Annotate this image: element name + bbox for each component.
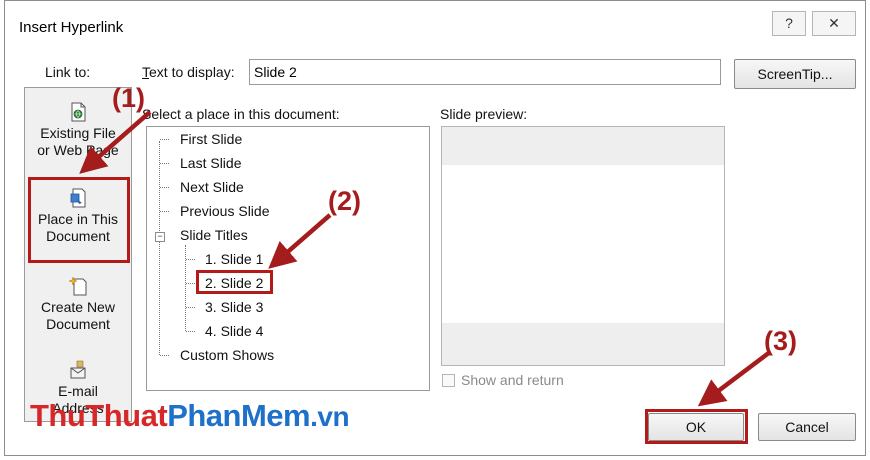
preview-band-top [442, 127, 724, 165]
dialog-title: Insert Hyperlink [19, 19, 124, 36]
slide-preview-label: Slide preview: [440, 106, 528, 122]
tree-item-slide-titles[interactable]: Slide Titles [180, 227, 248, 243]
link-to-label: Link to: [45, 64, 91, 80]
tree-item-last-slide[interactable]: Last Slide [180, 155, 241, 171]
tree-item-slide-4[interactable]: 4. Slide 4 [205, 323, 263, 339]
existing-file-icon [71, 102, 86, 122]
watermark-part-2: PhanMem [167, 398, 311, 433]
link-to-create-new-document[interactable]: Create New Document [25, 276, 131, 333]
tree-connector-main [159, 141, 160, 355]
tree-connector [160, 139, 169, 140]
tree-item-next-slide[interactable]: Next Slide [180, 179, 244, 195]
tree-item-first-slide[interactable]: First Slide [180, 131, 242, 147]
ok-highlight [645, 409, 748, 444]
tree-item-previous-slide[interactable]: Previous Slide [180, 203, 270, 219]
tree-connector [160, 163, 169, 164]
show-and-return-checkbox[interactable] [442, 374, 455, 387]
annotation-3: (3) [764, 326, 797, 356]
tree-item-slide-3[interactable]: 3. Slide 3 [205, 299, 263, 315]
select-place-label: Select a place in this document: [142, 106, 340, 122]
tree-connector [186, 307, 195, 308]
text-to-display-input[interactable] [249, 59, 721, 85]
tree-connector [160, 355, 169, 356]
watermark-part-3: .vn [310, 401, 350, 432]
place-in-document-highlight [28, 177, 130, 263]
cancel-button[interactable]: Cancel [758, 413, 856, 441]
collapse-toggle-icon[interactable]: − [155, 232, 165, 242]
watermark-logo: ThuThuatPhanMem.vn [30, 398, 350, 434]
email-icon [70, 360, 86, 379]
create-new-document-icon [69, 276, 87, 296]
create-new-label-2: Document [46, 316, 110, 332]
slide-preview-pane [441, 126, 725, 366]
screentip-button[interactable]: ScreenTip... [734, 59, 856, 89]
show-and-return-label: Show and return [461, 372, 564, 388]
tree-connector [160, 187, 169, 188]
text-to-display-label: Text to display: [142, 64, 235, 80]
preview-band-bottom [442, 323, 724, 365]
help-button[interactable]: ? [772, 11, 806, 36]
watermark-part-1: ThuThuat [30, 398, 168, 433]
existing-file-label-1: Existing File [40, 125, 116, 141]
tree-item-slide-1[interactable]: 1. Slide 1 [205, 251, 263, 267]
tree-connector-sub [185, 245, 186, 331]
show-and-return-option[interactable]: Show and return [442, 372, 564, 388]
existing-file-label-2: or Web Page [37, 142, 119, 158]
title-bar: Insert Hyperlink ? ✕ [5, 1, 865, 49]
tree-connector [186, 331, 195, 332]
place-tree[interactable]: First Slide Last Slide Next Slide Previo… [146, 126, 430, 391]
slide-2-highlight [196, 270, 273, 294]
annotation-2: (2) [328, 186, 361, 216]
tree-connector [186, 283, 195, 284]
close-button[interactable]: ✕ [812, 11, 856, 36]
create-new-label-1: Create New [41, 299, 115, 315]
annotation-1: (1) [112, 83, 145, 113]
tree-item-custom-shows[interactable]: Custom Shows [180, 347, 274, 363]
tree-connector [160, 211, 169, 212]
tree-connector [186, 259, 195, 260]
